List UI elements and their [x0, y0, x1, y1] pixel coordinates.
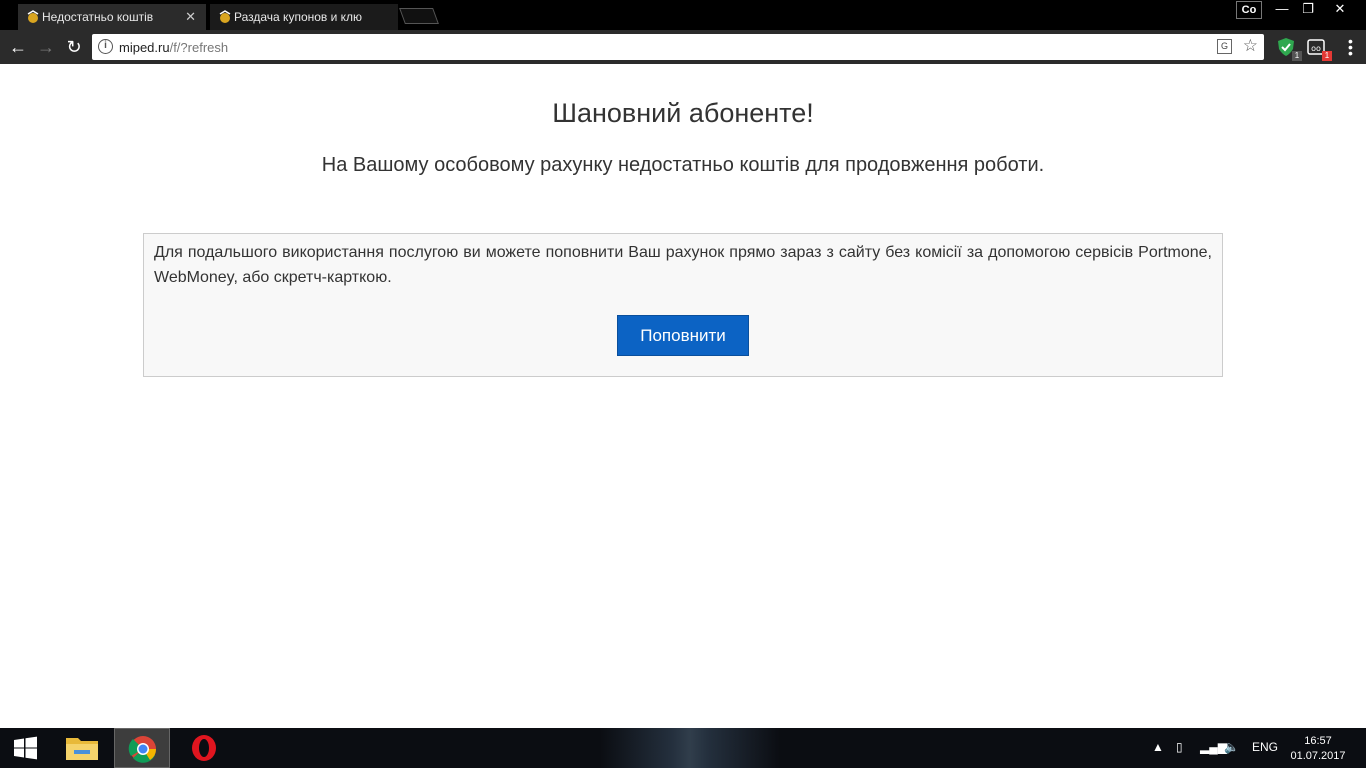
url-text[interactable]: miped.ru/f/?refresh [119, 40, 228, 55]
url-path: /f/?refresh [169, 40, 229, 55]
reload-icon[interactable]: ↻ [63, 36, 85, 58]
bookmark-star-icon[interactable]: ☆ [1243, 36, 1258, 56]
clock-time: 16:57 [1304, 735, 1332, 747]
opera-icon[interactable] [176, 728, 232, 768]
network-icon[interactable]: ▂▄▆ [1200, 740, 1227, 754]
site-favicon-icon [219, 10, 231, 23]
show-hidden-icons-icon[interactable]: ▲ [1152, 740, 1164, 754]
tab-label: Недостатньо коштів [42, 10, 154, 24]
page-title: Шановний абоненте! [552, 98, 814, 128]
close-window-icon[interactable]: ✕ [1326, 0, 1354, 20]
forward-icon[interactable]: → [35, 36, 57, 58]
start-button[interactable] [0, 728, 50, 768]
volume-icon[interactable]: 🔈 [1224, 740, 1239, 754]
clock-date: 01.07.2017 [1290, 750, 1346, 762]
chrome-icon[interactable] [114, 728, 170, 768]
browser-toolbar: ← → ↻ i miped.ru/f/?refresh G ☆ 1 oo 1 •… [0, 30, 1366, 64]
taskbar: ▲ ▯ ▂▄▆ 🔈 ENG 16:57 01.07.2017 [0, 728, 1366, 768]
info-text: Для подальшого використання послугою ви … [154, 244, 1212, 286]
svg-text:oo: oo [1311, 44, 1321, 53]
extension-badge: 1 [1292, 51, 1302, 61]
info-panel: Для подальшого використання послугою ви … [143, 233, 1223, 377]
chrome-logo-icon [128, 736, 157, 763]
page-content: Шановний абоненте! На Вашому особовому р… [0, 64, 1366, 728]
site-favicon-icon [27, 10, 39, 23]
extension-badge: 1 [1322, 51, 1332, 61]
title-bar: Недостатньо коштів ✕ Раздача купонов и к… [0, 0, 1366, 30]
system-clock[interactable]: 16:57 01.07.2017 [1288, 734, 1348, 764]
file-explorer-icon[interactable] [54, 728, 110, 768]
shield-extension-icon[interactable]: 1 [1276, 37, 1302, 61]
device-icon[interactable]: ▯ [1176, 740, 1183, 754]
opera-logo-icon [192, 735, 216, 761]
site-info-icon[interactable]: i [98, 39, 113, 54]
menu-icon[interactable]: • • • [1348, 34, 1353, 60]
tab-insufficient-funds[interactable]: Недостатньо коштів ✕ [18, 4, 206, 30]
new-tab-button[interactable] [399, 8, 439, 24]
dot-extension-icon[interactable]: oo 1 [1306, 37, 1332, 61]
url-host: miped.ru [119, 40, 170, 55]
top-up-button[interactable]: Поповнити [617, 315, 749, 356]
windows-logo-icon [14, 736, 37, 760]
translate-icon[interactable]: G [1217, 39, 1232, 54]
page-subtitle: На Вашому особовому рахунку недостатньо … [321, 154, 1045, 176]
address-bar[interactable]: i miped.ru/f/?refresh G ☆ [92, 34, 1264, 60]
tab-close-icon[interactable]: ✕ [185, 9, 196, 25]
minimize-icon[interactable]: — [1268, 0, 1296, 20]
tab-label: Раздача купонов и клю [234, 10, 363, 24]
tab-coupons[interactable]: Раздача купонов и клю [210, 4, 398, 30]
restore-icon[interactable]: ❐ [1294, 0, 1322, 20]
back-icon[interactable]: ← [7, 36, 29, 58]
wallpaper-detail [600, 728, 780, 768]
language-indicator[interactable]: ENG [1252, 740, 1278, 754]
profile-button[interactable]: Co [1236, 1, 1262, 19]
folder-icon [66, 738, 98, 760]
